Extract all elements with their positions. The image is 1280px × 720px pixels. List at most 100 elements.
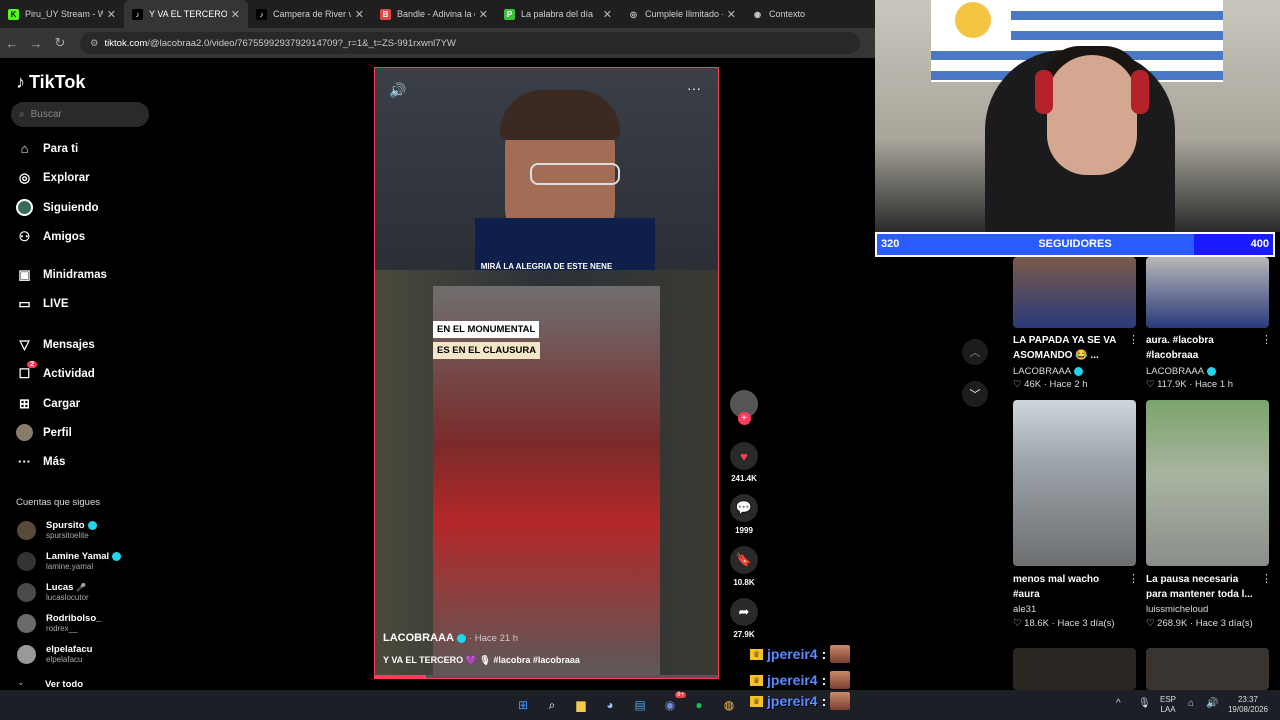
reload-icon[interactable]: ↻ xyxy=(48,35,72,51)
home-icon: ⌂ xyxy=(20,141,29,156)
nav-explorar[interactable]: ◎ Explorar xyxy=(16,169,90,186)
following-item[interactable]: Spursito spursitoelite xyxy=(17,520,97,540)
share-button[interactable]: ➦ 27.9K xyxy=(729,598,759,639)
related-thumbnail[interactable] xyxy=(1013,648,1136,690)
url-field[interactable]: ⚙ tiktok.com/@lacobraa2.0/video/76755992… xyxy=(80,32,860,54)
search-icon[interactable]: ⌕ xyxy=(542,695,562,715)
more-options-icon[interactable]: ⋮ xyxy=(1261,333,1272,346)
browser-tab[interactable]: K Piru_UY Stream - Wat ✕ xyxy=(0,0,124,28)
discord-icon[interactable]: ◉ 9+ xyxy=(660,692,686,715)
site-info-icon[interactable]: ⚙ xyxy=(90,38,99,49)
following-item[interactable]: Lamine Yamal lamine.yamal xyxy=(17,551,122,571)
comment-button[interactable]: 💬 1999 xyxy=(729,494,759,535)
followers-goal: 400 xyxy=(1250,238,1269,250)
save-button[interactable]: 🔖 10.8K xyxy=(729,546,759,587)
related-thumbnail[interactable] xyxy=(1146,257,1269,328)
spotify-icon[interactable]: ● xyxy=(689,695,709,715)
browser-tab-active[interactable]: ♪ Y VA EL TERCERO ✕ xyxy=(124,0,248,28)
close-icon[interactable]: ✕ xyxy=(231,8,240,21)
minidrama-icon: ▣ xyxy=(18,266,31,282)
related-title[interactable]: aura. #lacobra #lacobraaa xyxy=(1146,333,1261,363)
nav-mas[interactable]: ··· Más xyxy=(16,453,65,470)
nav-live[interactable]: ▭ LIVE xyxy=(16,295,68,312)
nav-mensajes[interactable]: ▽ Mensajes xyxy=(16,336,95,353)
close-icon[interactable]: ✕ xyxy=(603,8,612,21)
store-icon[interactable]: ▤ xyxy=(630,695,650,715)
related-thumbnail[interactable] xyxy=(1013,257,1136,328)
verified-icon xyxy=(1207,366,1217,376)
related-thumbnail[interactable] xyxy=(1146,648,1269,690)
search-input[interactable]: ⌕ Buscar xyxy=(11,102,149,127)
close-icon[interactable]: ✕ xyxy=(355,8,364,21)
nav-perfil[interactable]: Perfil xyxy=(16,424,72,441)
nav-minidramas[interactable]: ▣ Minidramas xyxy=(16,266,107,283)
more-options-icon[interactable]: ⋮ xyxy=(1261,572,1272,585)
more-icon: ··· xyxy=(18,454,31,469)
video-clip-frame xyxy=(375,270,718,678)
nav-para-ti[interactable]: ⌂ Para ti xyxy=(16,140,79,157)
nav-label: Perfil xyxy=(43,426,72,439)
related-title[interactable]: menos mal wacho #aura xyxy=(1013,572,1128,602)
browser-tab[interactable]: P La palabra del día ✕ xyxy=(496,0,620,28)
related-title[interactable]: La pausa necesaria para mantener toda l.… xyxy=(1146,572,1261,602)
following-item[interactable]: elpelafacu elpelafacu xyxy=(17,644,92,664)
follow-plus-icon[interactable]: + xyxy=(737,412,751,425)
network-icon[interactable]: ⌂ xyxy=(1188,699,1194,709)
next-video-button[interactable]: ﹀ xyxy=(962,381,988,407)
bookmark-icon: 🔖 xyxy=(730,546,758,574)
see-all-link[interactable]: Ver todo xyxy=(45,679,83,690)
tiktok-logo[interactable]: ♪ TikTok xyxy=(16,72,85,93)
more-options-icon[interactable]: ⋮ xyxy=(1128,572,1139,585)
video-player[interactable]: MIRÁ LA ALEGRIA DE ESTE NENE EN EL MONUM… xyxy=(374,67,719,679)
more-options-icon[interactable]: ··· xyxy=(687,80,701,96)
author-avatar-button[interactable]: + xyxy=(729,390,759,425)
related-ago: Hace 3 día(s) xyxy=(1195,618,1253,629)
kick-icon: K xyxy=(8,8,19,20)
close-icon[interactable]: ✕ xyxy=(479,8,488,21)
related-meta: ♡ 18.6K · Hace 3 día(s) xyxy=(1013,618,1115,629)
back-icon[interactable]: ← xyxy=(0,36,24,51)
chevron-up-icon[interactable]: ^ xyxy=(1116,699,1121,709)
related-title[interactable]: LA PAPADA YA SE VA ASOMANDO 😂 ... xyxy=(1013,333,1128,363)
clock[interactable]: 23:37 19/08/2026 xyxy=(1226,695,1270,715)
steam-icon[interactable]: ◕ xyxy=(600,695,620,715)
browser-tab[interactable]: ◎ Cumplele Ilimitado - ✕ xyxy=(620,0,744,28)
close-icon[interactable]: ✕ xyxy=(107,8,116,21)
close-icon[interactable]: ✕ xyxy=(727,8,736,21)
volume-icon[interactable]: 🔊 xyxy=(389,82,406,99)
following-item[interactable]: Rodribolso_ rodrex__ xyxy=(17,613,101,633)
more-options-icon[interactable]: ⋮ xyxy=(1128,333,1139,346)
related-thumbnail[interactable] xyxy=(1146,400,1269,566)
profile-icon xyxy=(16,424,33,441)
chrome-icon[interactable]: ◍ xyxy=(719,695,739,715)
browser-tab[interactable]: ♪ Campera de River vs ✕ xyxy=(248,0,372,28)
video-progress[interactable] xyxy=(375,675,718,678)
nav-actividad[interactable]: ☐ 2 Actividad xyxy=(16,361,95,382)
volume-icon[interactable]: 🔊 xyxy=(1206,699,1218,709)
nav-siguiendo[interactable]: Siguiendo xyxy=(16,199,99,216)
windows-start-icon[interactable]: ⊞ xyxy=(513,695,533,715)
related-author[interactable]: LACOBRAAA xyxy=(1013,366,1084,377)
previous-video-button[interactable]: ︿ xyxy=(962,339,988,365)
related-author[interactable]: luissmicheloud xyxy=(1146,604,1208,615)
tab-label: La palabra del día xyxy=(521,9,594,19)
avatar xyxy=(17,551,36,571)
chat-separator: : xyxy=(821,672,827,688)
share-count: 27.9K xyxy=(733,630,755,639)
chat-username: jpereir4 xyxy=(767,672,818,688)
related-author[interactable]: LACOBRAAA xyxy=(1146,366,1217,377)
nav-cargar[interactable]: ⊞ Cargar xyxy=(16,395,80,412)
microphone-icon[interactable]: 🎙 xyxy=(1138,699,1151,709)
video-author[interactable]: LACOBRAAA · Hace 21 h xyxy=(383,632,518,644)
following-item[interactable]: Lucas 🎤 lucaslocutor xyxy=(17,582,89,602)
related-thumbnail[interactable] xyxy=(1013,400,1136,566)
like-button[interactable]: ♥ 241.4K xyxy=(729,442,759,483)
browser-tab[interactable]: ◉ Contexto xyxy=(744,0,868,28)
file-explorer-icon[interactable]: ▆ xyxy=(571,695,591,715)
browser-tab[interactable]: B Bandle - Adivina la ca ✕ xyxy=(372,0,496,28)
tiktok-note-icon: ♪ xyxy=(16,72,25,92)
nav-amigos[interactable]: ⚇ Amigos xyxy=(16,228,86,245)
language-indicator[interactable]: ESP LAA xyxy=(1160,695,1176,715)
forward-icon[interactable]: → xyxy=(24,36,48,51)
related-author[interactable]: ale31 xyxy=(1013,604,1036,615)
